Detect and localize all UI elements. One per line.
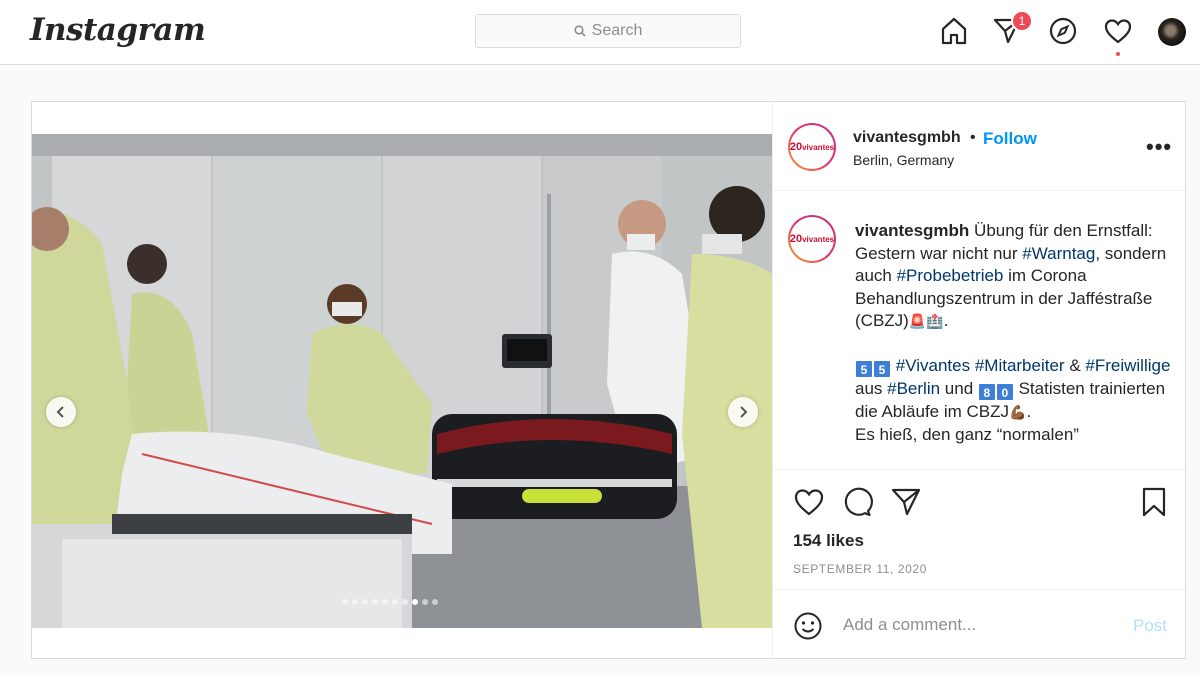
comment-bar: Post (773, 589, 1187, 658)
carousel-prev-button[interactable] (46, 397, 76, 427)
more-options-icon[interactable]: ••• (1146, 134, 1172, 160)
explore-compass-icon[interactable] (1048, 16, 1078, 46)
keycap-emoji: 0 (995, 383, 1014, 401)
save-bookmark-icon[interactable] (1138, 486, 1170, 518)
top-navigation-bar: Instagram Search 1 (0, 0, 1200, 65)
carousel-dot (342, 599, 348, 605)
carousel-dot (432, 599, 438, 605)
avatar-logo-number: 20 (789, 141, 803, 153)
caption-text: & (1064, 356, 1086, 375)
carousel-dot (412, 599, 418, 605)
caption-text: . (1026, 402, 1032, 421)
post-header: 20 vivantes vivantesgmbh • Follow Berlin,… (773, 102, 1187, 191)
hashtag-mitarbeiter[interactable]: #Mitarbeiter (975, 356, 1065, 375)
carousel-dot (372, 599, 378, 605)
avatar-logo-text: vivantes (802, 234, 835, 244)
comment-bubble-icon[interactable] (841, 486, 873, 518)
carousel-dot (392, 599, 398, 605)
comment-input[interactable] (843, 613, 1103, 637)
caption-username[interactable]: vivantesgmbh (855, 221, 969, 240)
post-comment-button[interactable]: Post (1133, 616, 1167, 636)
hashtag-warntag[interactable]: #Warntag (1022, 244, 1095, 263)
post-card: 20 vivantes vivantesgmbh • Follow Berlin,… (31, 101, 1187, 659)
post-sidebar: 20 vivantes vivantesgmbh • Follow Berlin,… (772, 102, 1187, 658)
emoji-picker-icon[interactable] (793, 611, 823, 641)
hashtag-freiwillige[interactable]: #Freiwillige (1085, 356, 1170, 375)
notification-badge: 1 (1011, 10, 1033, 32)
carousel-dot (402, 599, 408, 605)
separator-dot: • (970, 129, 976, 146)
carousel-dot (422, 599, 428, 605)
activity-heart-icon[interactable] (1103, 16, 1133, 46)
search-icon (574, 25, 586, 37)
profile-avatar[interactable] (1158, 18, 1186, 46)
like-heart-icon[interactable] (793, 486, 825, 518)
chevron-left-icon (56, 406, 64, 418)
home-icon[interactable] (939, 16, 969, 46)
author-avatar[interactable]: 20 vivantes (788, 123, 836, 171)
carousel-dot (352, 599, 358, 605)
caption-text: aus (855, 379, 888, 398)
hashtag-probebetrieb[interactable]: #Probebetrieb (897, 266, 1004, 285)
author-username[interactable]: vivantesgmbh (853, 129, 961, 147)
keycap-emoji: 5 (873, 360, 891, 378)
caption-text: und (940, 379, 978, 398)
photo-illustration (32, 134, 772, 628)
avatar-logo-number: 20 (789, 233, 803, 245)
post-location[interactable]: Berlin, Germany (853, 152, 954, 168)
post-caption: vivantesgmbh Übung für den Ernstfall: Ge… (855, 220, 1173, 446)
follow-button[interactable]: Follow (983, 129, 1037, 149)
chevron-right-icon (740, 406, 748, 418)
carousel-next-button[interactable] (728, 397, 758, 427)
post-photo[interactable] (32, 134, 772, 628)
search-box[interactable]: Search (475, 14, 741, 48)
flexed-biceps-emoji: 💪🏾 (1009, 404, 1027, 420)
keycap-emoji: 5 (855, 360, 873, 378)
caption-text: Es hieß, den ganz “normalen” (855, 424, 1079, 444)
caption-author-avatar[interactable]: 20 vivantes (788, 215, 836, 263)
siren-hospital-emoji: 🚨🏥 (908, 313, 944, 329)
caption-text: . (943, 311, 949, 330)
hashtag-berlin[interactable]: #Berlin (887, 379, 940, 398)
likes-count[interactable]: 154 likes (793, 531, 864, 551)
activity-indicator-dot (1116, 52, 1120, 56)
carousel-dot (362, 599, 368, 605)
avatar-logo-text: vivantes (802, 142, 835, 152)
carousel-dot (382, 599, 388, 605)
share-paper-plane-icon[interactable] (890, 486, 922, 518)
search-placeholder: Search (591, 22, 643, 39)
carousel-indicator (342, 599, 438, 605)
hashtag-vivantes[interactable]: #Vivantes (896, 356, 970, 375)
instagram-logo[interactable]: Instagram (30, 12, 206, 48)
post-date[interactable]: SEPTEMBER 11, 2020 (793, 562, 927, 576)
keycap-emoji: 8 (977, 383, 996, 401)
